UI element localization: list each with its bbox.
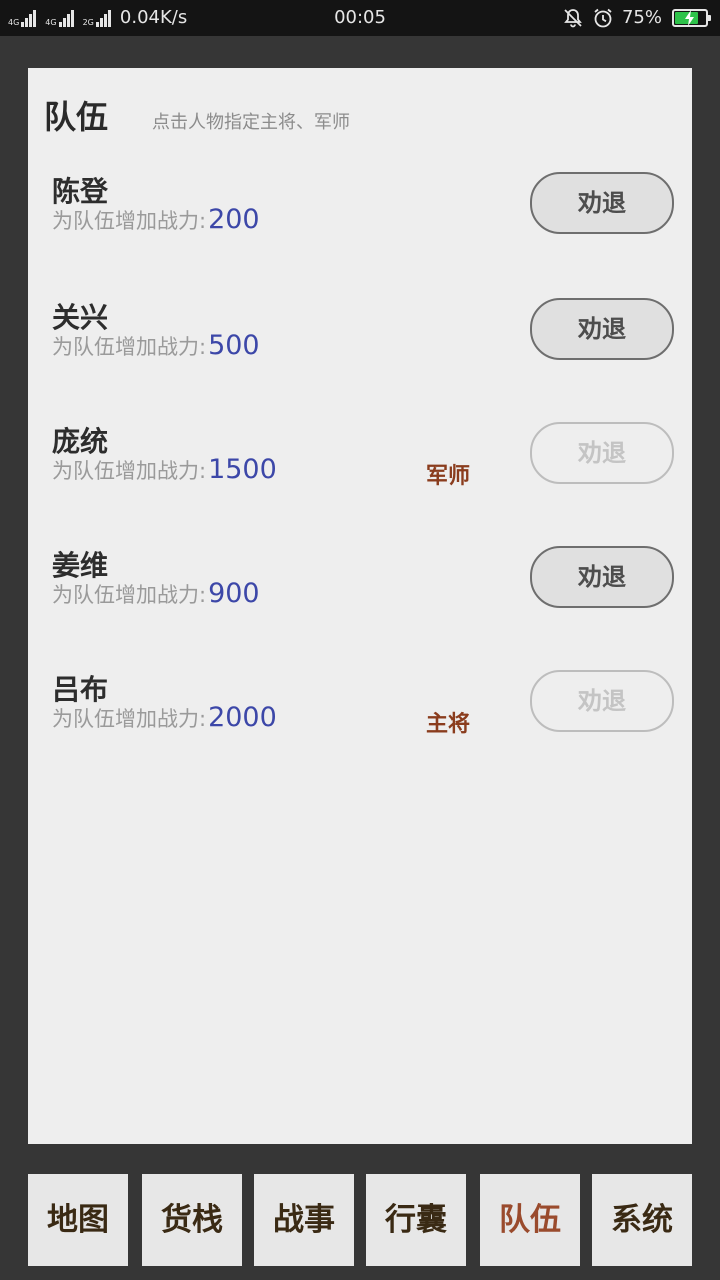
member-power: 为队伍增加战力: 200 <box>52 204 260 235</box>
battery-charging-icon <box>672 9 711 27</box>
battery-nub <box>708 15 711 21</box>
retire-button[interactable]: 劝退 <box>530 172 674 234</box>
power-value: 1500 <box>208 454 277 485</box>
member-power: 为队伍增加战力: 2000 <box>52 702 277 733</box>
member-role: 军师 <box>426 464 471 489</box>
power-value: 2000 <box>208 702 277 733</box>
bolt-icon <box>685 10 694 26</box>
retire-button: 劝退 <box>530 422 674 484</box>
page-title: 队伍 <box>44 98 109 136</box>
power-label: 为队伍增加战力: <box>52 459 207 483</box>
nav-shop[interactable]: 货栈 <box>142 1174 242 1266</box>
retire-button[interactable]: 劝退 <box>530 298 674 360</box>
nav-map[interactable]: 地图 <box>28 1174 128 1266</box>
member-row[interactable]: 庞统 为队伍增加战力: 1500 军师 劝退 <box>28 420 692 520</box>
nav-team[interactable]: 队伍 <box>480 1174 580 1266</box>
bell-off-icon <box>562 7 584 29</box>
nav-battle[interactable]: 战事 <box>254 1174 354 1266</box>
status-bar: 4G 4G 2G 0.04K/s 00:05 75% <box>0 0 720 36</box>
status-right: 75% <box>562 6 711 30</box>
member-row[interactable]: 姜维 为队伍增加战力: 900 劝退 <box>28 544 692 644</box>
power-value: 200 <box>208 204 260 235</box>
member-power: 为队伍增加战力: 1500 <box>52 454 277 485</box>
power-label: 为队伍增加战力: <box>52 209 207 233</box>
alarm-icon <box>592 7 614 29</box>
retire-button: 劝退 <box>530 670 674 732</box>
member-row[interactable]: 陈登 为队伍增加战力: 200 劝退 <box>28 170 692 270</box>
power-label: 为队伍增加战力: <box>52 335 207 359</box>
member-power: 为队伍增加战力: 900 <box>52 578 260 609</box>
nav-system[interactable]: 系统 <box>592 1174 692 1266</box>
member-power: 为队伍增加战力: 500 <box>52 330 260 361</box>
battery-percent: 75% <box>621 7 662 28</box>
page-hint: 点击人物指定主将、军师 <box>152 112 350 133</box>
member-row[interactable]: 关兴 为队伍增加战力: 500 劝退 <box>28 296 692 396</box>
team-panel: 队伍 点击人物指定主将、军师 陈登 为队伍增加战力: 200 劝退 关兴 为队伍… <box>28 68 692 1144</box>
power-label: 为队伍增加战力: <box>52 707 207 731</box>
retire-button[interactable]: 劝退 <box>530 546 674 608</box>
nav-bag[interactable]: 行囊 <box>366 1174 466 1266</box>
power-value: 900 <box>208 578 260 609</box>
power-value: 500 <box>208 330 260 361</box>
power-label: 为队伍增加战力: <box>52 583 207 607</box>
member-row[interactable]: 吕布 为队伍增加战力: 2000 主将 劝退 <box>28 668 692 768</box>
member-role: 主将 <box>426 712 471 737</box>
bottom-nav: 地图 货栈 战事 行囊 队伍 系统 <box>0 1174 720 1266</box>
